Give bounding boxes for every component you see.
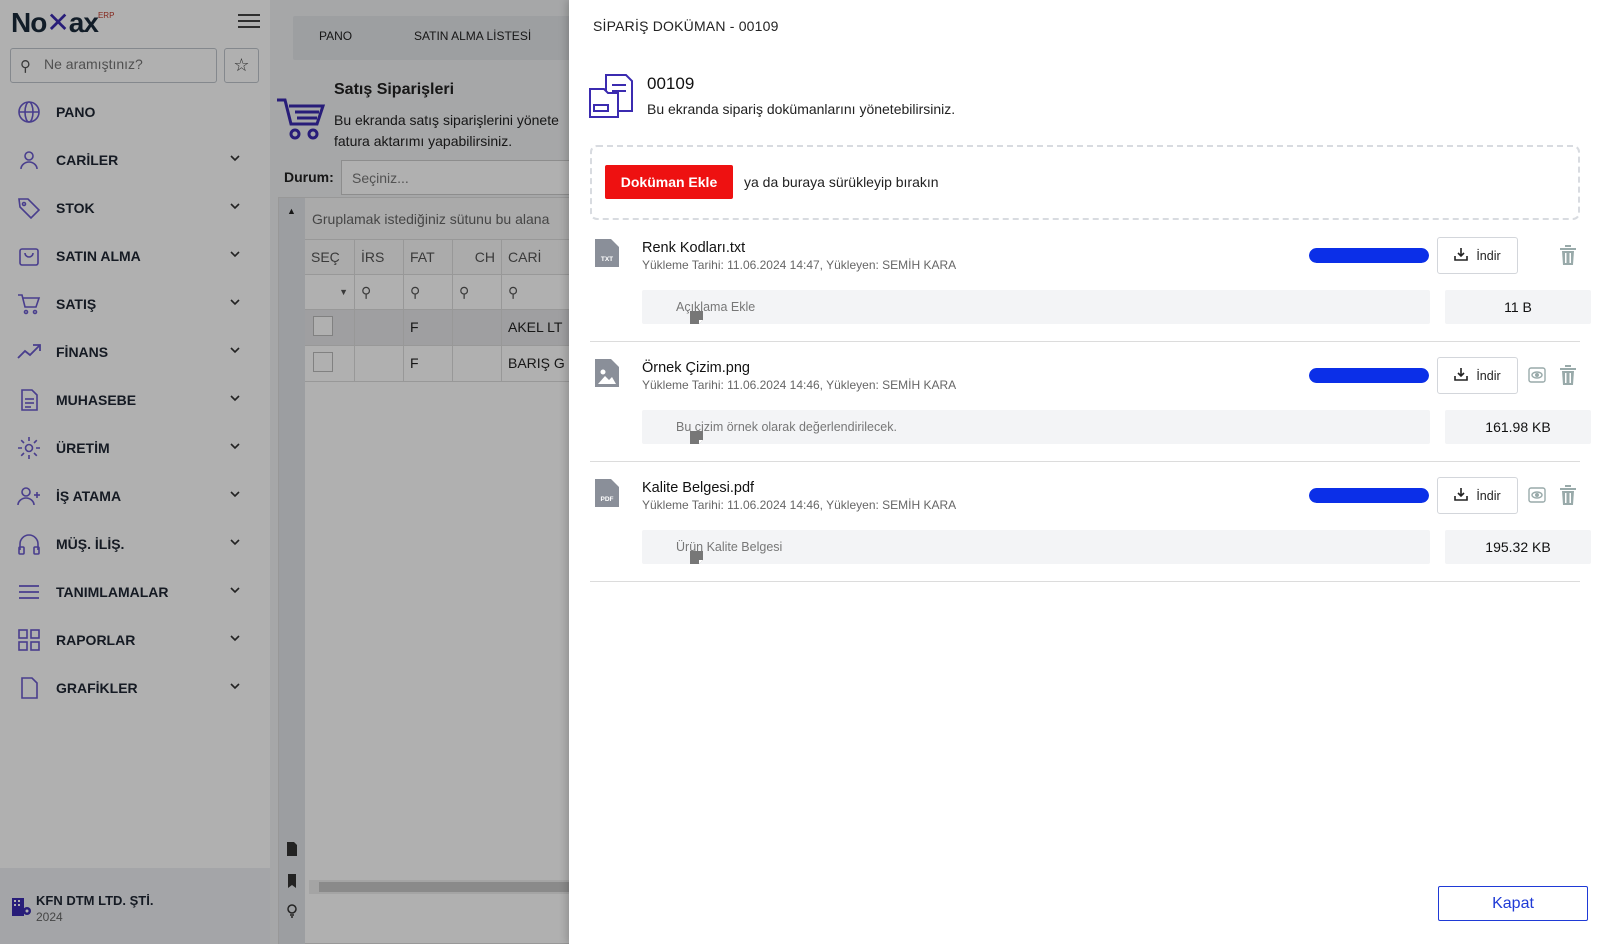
- upload-progress-bar: [1309, 488, 1429, 503]
- download-icon: [1454, 487, 1469, 504]
- file-note-text: Bu çizim örnek olarak değerlendirilecek.: [676, 420, 897, 434]
- close-button[interactable]: Kapat: [1438, 886, 1588, 921]
- file-note-field[interactable]: Bu çizim örnek olarak değerlendirilecek.: [642, 410, 1430, 444]
- delete-icon[interactable]: [1559, 485, 1577, 505]
- file-name[interactable]: Renk Kodları.txt: [642, 240, 745, 256]
- delete-icon[interactable]: [1559, 245, 1577, 265]
- file-size: 11 B: [1445, 290, 1591, 324]
- file-upload-meta: Yükleme Tarihi: 11.06.2024 14:46, Yükley…: [642, 378, 957, 392]
- file-type-icon: [594, 358, 620, 388]
- modal-description: Bu ekranda sipariş dokümanlarını yöneteb…: [647, 101, 956, 117]
- documents-modal: SİPARİŞ DOKÜMAN - 00109 00109 Bu ekranda…: [569, 0, 1600, 944]
- file-note-field[interactable]: Açıklama Ekle: [642, 290, 1430, 324]
- preview-icon[interactable]: [1528, 486, 1546, 504]
- add-document-button[interactable]: Doküman Ekle: [605, 165, 733, 199]
- preview-icon[interactable]: [1528, 366, 1546, 384]
- file-upload-meta: Yükleme Tarihi: 11.06.2024 14:47, Yükley…: [642, 258, 957, 272]
- file-list-item: Örnek Çizim.png Yükleme Tarihi: 11.06.202…: [590, 342, 1591, 462]
- delete-icon[interactable]: [1559, 365, 1577, 385]
- svg-text:PDF: PDF: [601, 496, 614, 503]
- file-list-item: PDF Kalite Belgesi.pdf Yükleme Tarihi: 11.…: [590, 462, 1591, 582]
- upload-progress-bar: [1309, 248, 1429, 263]
- file-drop-zone[interactable]: Doküman Ekle ya da buraya sürükleyip bır…: [590, 145, 1580, 220]
- file-upload-meta: Yükleme Tarihi: 11.06.2024 14:46, Yükley…: [642, 498, 957, 512]
- download-button[interactable]: İndir: [1437, 477, 1518, 514]
- file-note-field[interactable]: Ürün Kalite Belgesi: [642, 530, 1430, 564]
- file-note-text: Açıklama Ekle: [676, 300, 756, 314]
- download-button[interactable]: İndir: [1437, 357, 1518, 394]
- modal-title: SİPARİŞ DOKÜMAN - 00109: [593, 18, 779, 34]
- file-list-item: TXT Renk Kodları.txt Yükleme Tarihi: 11.06…: [590, 222, 1591, 342]
- file-size: 195.32 KB: [1445, 530, 1591, 564]
- file-size: 161.98 KB: [1445, 410, 1591, 444]
- file-type-icon: PDF: [594, 478, 620, 508]
- folder-documents-icon: [589, 74, 633, 118]
- file-list: TXT Renk Kodları.txt Yükleme Tarihi: 11.06…: [590, 222, 1591, 582]
- document-number: 00109: [647, 74, 695, 93]
- file-type-icon: TXT: [594, 238, 620, 268]
- download-icon: [1454, 247, 1469, 264]
- drop-hint: ya da buraya sürükleyip bırakın: [744, 174, 939, 190]
- upload-progress-bar: [1309, 368, 1429, 383]
- download-icon: [1454, 367, 1469, 384]
- download-button[interactable]: İndir: [1437, 237, 1518, 274]
- file-name[interactable]: Örnek Çizim.png: [642, 360, 750, 376]
- file-note-text: Ürün Kalite Belgesi: [676, 540, 783, 554]
- file-name[interactable]: Kalite Belgesi.pdf: [642, 480, 754, 496]
- svg-text:TXT: TXT: [601, 256, 613, 263]
